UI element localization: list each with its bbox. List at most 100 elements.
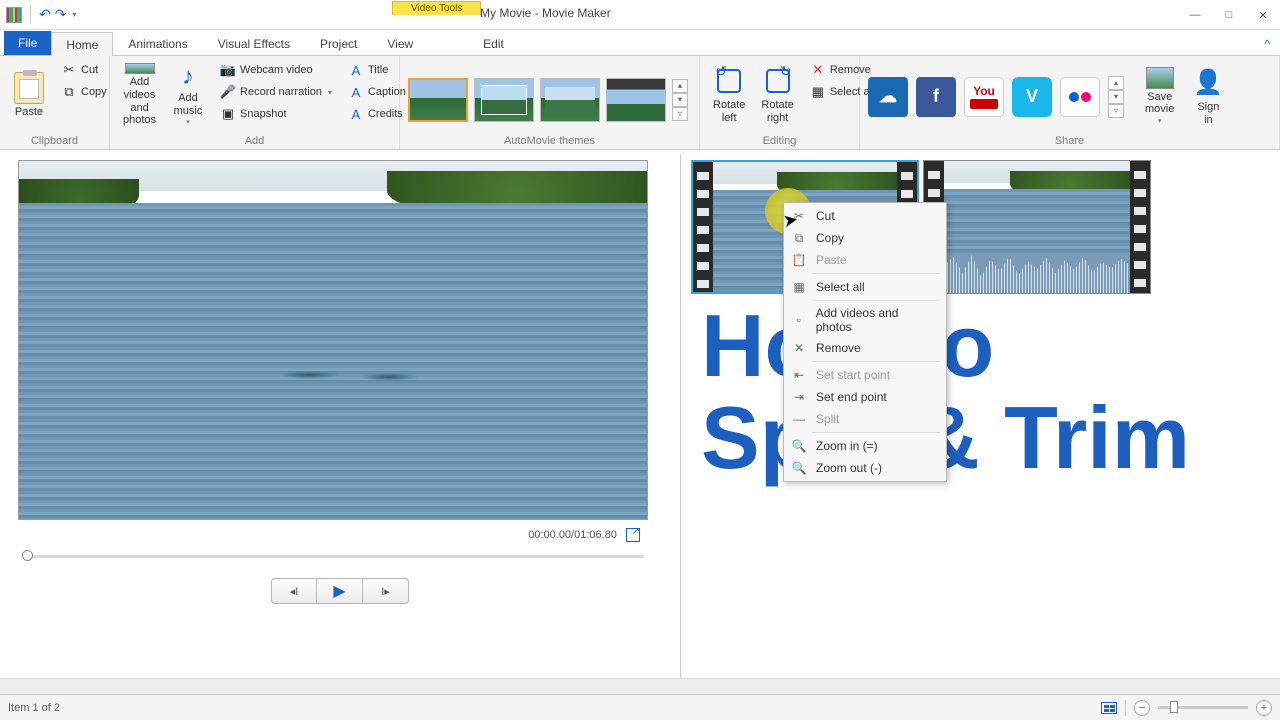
zoom-out-icon: 🔍 [790, 460, 808, 476]
help-icon[interactable]: ^ [1254, 33, 1280, 55]
webcam-button[interactable]: 📷Webcam video [215, 60, 337, 80]
ctx-remove[interactable]: ✕Remove [786, 337, 944, 359]
mic-icon: 🎤 [220, 84, 236, 100]
theme-thumb-3[interactable] [540, 78, 600, 122]
ctx-zoom-out[interactable]: 🔍Zoom out (-) [786, 457, 944, 479]
ctx-zoom-in[interactable]: 🔍Zoom in (=) [786, 435, 944, 457]
add-music-label: Add music [174, 92, 203, 117]
snapshot-button[interactable]: ▣Snapshot [215, 104, 337, 124]
copy-icon: ⧉ [790, 230, 808, 246]
caption-icon: A [348, 84, 364, 100]
rotate-right-icon [766, 69, 790, 93]
zoom-out-button[interactable]: − [1134, 700, 1150, 716]
paste-icon [14, 72, 44, 104]
start-point-icon: ⇤ [790, 367, 808, 383]
onedrive-icon[interactable]: ☁ [868, 77, 908, 117]
separator [1125, 700, 1126, 716]
youtube-icon[interactable]: You [964, 77, 1004, 117]
gallery-nav: ▴ ▾ ▿ [672, 79, 688, 121]
rotate-left-button[interactable]: Rotate left [708, 60, 750, 130]
clip-2[interactable] [923, 160, 1151, 294]
group-label: Editing [708, 133, 851, 147]
maximize-button[interactable]: □ [1212, 0, 1246, 30]
split-icon: ― [790, 411, 808, 427]
tab-edit[interactable]: Edit [468, 31, 519, 55]
gallery-up-icon[interactable]: ▴ [672, 79, 688, 93]
video-preview[interactable] [18, 160, 648, 520]
separator [812, 300, 940, 301]
close-button[interactable]: ✕ [1246, 0, 1280, 30]
redo-icon[interactable]: ↷ [55, 6, 67, 23]
thumbnails-view-icon[interactable] [1101, 702, 1117, 714]
seek-bar[interactable] [22, 548, 644, 564]
photo-icon [125, 63, 155, 74]
sign-in-button[interactable]: 👤 Sign in [1187, 62, 1229, 132]
next-frame-button[interactable]: I▸ [363, 578, 409, 604]
group-share: ☁ f You V ▴ ▾ ▿ Save movie ▾ 👤 Sign in S… [860, 56, 1280, 149]
title-icon: A [348, 62, 364, 78]
horizontal-scrollbar[interactable] [0, 678, 1280, 694]
tab-file[interactable]: File [4, 31, 51, 55]
ctx-cut[interactable]: ✂Cut [786, 205, 944, 227]
add-videos-button[interactable]: Add videos and photos [118, 60, 161, 130]
window-controls: — □ ✕ [1178, 0, 1280, 30]
ctx-set-end[interactable]: ⇥Set end point [786, 386, 944, 408]
fullscreen-icon[interactable] [626, 528, 640, 542]
cut-button[interactable]: ✂Cut [56, 60, 112, 80]
narration-button[interactable]: 🎤Record narration▾ [215, 82, 337, 102]
status-bar: Item 1 of 2 − + [0, 694, 1280, 720]
user-icon: 👤 [1192, 67, 1224, 99]
rotate-left-label: Rotate left [713, 99, 745, 124]
credits-icon: A [348, 106, 364, 122]
quick-access-toolbar: ↶ ↷ ▾ [0, 6, 76, 24]
gallery-up-icon[interactable]: ▴ [1108, 76, 1124, 90]
ctx-add-videos[interactable]: ▫Add videos and photos [786, 303, 944, 337]
ribbon: Paste ✂Cut ⧉Copy Clipboard Add videos an… [0, 56, 1280, 150]
sign-in-label: Sign in [1197, 101, 1219, 126]
music-icon: ♪ [172, 63, 204, 91]
ctx-select-all[interactable]: ▦Select all [786, 276, 944, 298]
play-button[interactable]: ▶ [317, 578, 363, 604]
rotate-right-label: Rotate right [761, 99, 793, 124]
qat-dropdown-icon[interactable]: ▾ [72, 10, 76, 19]
chevron-down-icon: ▾ [1158, 118, 1162, 126]
tab-home[interactable]: Home [51, 32, 113, 56]
copy-button[interactable]: ⧉Copy [56, 82, 112, 102]
prev-frame-button[interactable]: ◂I [271, 578, 317, 604]
gallery-more-icon[interactable]: ▿ [672, 107, 688, 121]
gallery-down-icon[interactable]: ▾ [1108, 90, 1124, 104]
chevron-down-icon: ▾ [328, 88, 332, 97]
add-music-button[interactable]: ♪ Add music ▾ [167, 60, 209, 130]
ctx-paste: 📋Paste [786, 249, 944, 271]
tab-animations[interactable]: Animations [113, 31, 202, 55]
save-movie-button[interactable]: Save movie ▾ [1140, 62, 1179, 132]
zoom-in-button[interactable]: + [1256, 700, 1272, 716]
app-icon [6, 7, 22, 23]
minimize-button[interactable]: — [1178, 0, 1212, 30]
tab-view[interactable]: View [372, 31, 428, 55]
facebook-icon[interactable]: f [916, 77, 956, 117]
theme-thumb-2[interactable] [474, 78, 534, 122]
tab-visual-effects[interactable]: Visual Effects [203, 31, 305, 55]
undo-icon[interactable]: ↶ [39, 6, 51, 23]
ctx-copy[interactable]: ⧉Copy [786, 227, 944, 249]
time-label: 00:00.00/01:06.80 [528, 529, 617, 541]
gallery-down-icon[interactable]: ▾ [672, 93, 688, 107]
seek-track [22, 555, 644, 558]
flickr-icon[interactable] [1060, 77, 1100, 117]
seek-thumb[interactable] [22, 550, 33, 561]
rotate-right-button[interactable]: Rotate right [756, 60, 798, 130]
theme-thumb-1[interactable] [408, 78, 468, 122]
delete-icon: ✕ [810, 62, 826, 78]
gallery-more-icon[interactable]: ▿ [1108, 104, 1124, 118]
vimeo-icon[interactable]: V [1012, 77, 1052, 117]
theme-thumb-4[interactable] [606, 78, 666, 122]
group-editing: Rotate left Rotate right ✕Remove ▦Select… [700, 56, 860, 149]
tab-project[interactable]: Project [305, 31, 372, 55]
status-right: − + [1101, 700, 1272, 716]
video-tools-label: Video Tools [392, 1, 481, 15]
zoom-thumb[interactable] [1170, 701, 1178, 713]
paste-button[interactable]: Paste [8, 60, 50, 130]
zoom-slider[interactable] [1158, 706, 1248, 709]
separator [812, 432, 940, 433]
